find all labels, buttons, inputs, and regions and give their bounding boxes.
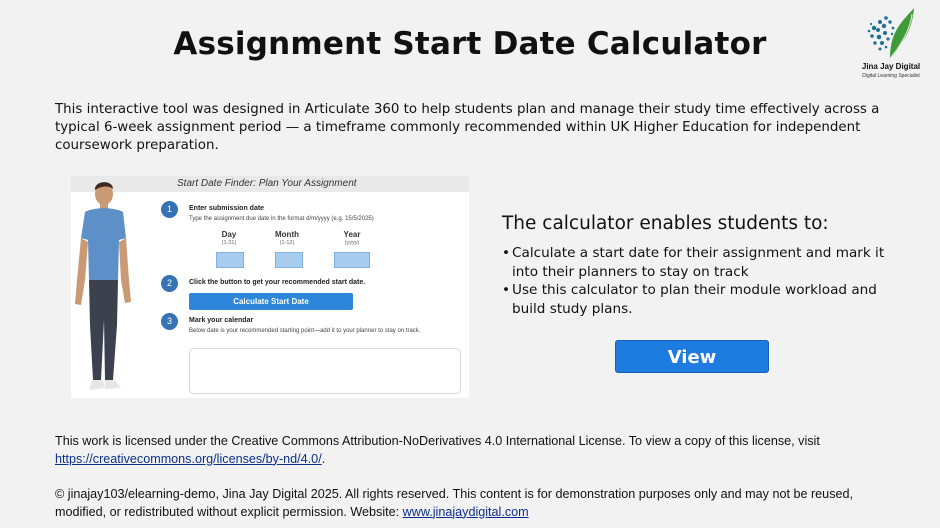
year-hint: (yyyy) [344, 240, 360, 246]
feature-text: Use this calculator to plan their module… [512, 282, 877, 317]
step-2-badge: 2 [161, 275, 178, 292]
calculate-start-date-button: Calculate Start Date [189, 293, 353, 310]
website-link[interactable]: www.jinajaydigital.com [403, 505, 529, 519]
month-label: Month [275, 230, 299, 239]
brand-logo: Jina Jay Digital Digital Learning Specia… [860, 6, 922, 82]
bullet-icon: • [502, 282, 511, 298]
step-3-desc: Below date is your recommended starting … [189, 328, 421, 334]
step-3-badge: 3 [161, 313, 178, 330]
result-output-box [189, 348, 461, 394]
step-1-badge: 1 [161, 201, 178, 218]
logo-name: Jina Jay Digital [861, 62, 921, 71]
copyright-text: © jinajay103/elearning-demo, Jina Jay Di… [55, 486, 905, 521]
bullet-icon: • [502, 245, 511, 261]
day-input [216, 252, 244, 268]
day-hint: (1-31) [221, 240, 237, 246]
intro-paragraph: This interactive tool was designed in Ar… [55, 102, 880, 153]
year-label: Year [343, 230, 361, 239]
view-button[interactable]: View [615, 340, 769, 373]
list-item: • Use this calculator to plan their modul… [502, 281, 892, 318]
calculator-preview-image: Start Date Finder: Plan Your Assignment … [71, 176, 469, 398]
features-heading: The calculator enables students to: [502, 213, 829, 234]
feature-text: Calculate a start date for their assignm… [512, 245, 885, 280]
license-text: This work is licensed under the Creative… [55, 433, 905, 468]
day-label: Day [221, 230, 237, 239]
license-statement: This work is licensed under the Creative… [55, 434, 820, 448]
features-list: • Calculate a start date for their assign… [502, 244, 892, 318]
logo-tagline: Digital Learning Specialist [862, 73, 920, 79]
list-item: • Calculate a start date for their assign… [502, 244, 892, 281]
preview-title: Start Date Finder: Plan Your Assignment [177, 178, 357, 189]
step-3-title: Mark your calendar [189, 317, 254, 324]
step-1-desc: Type the assignment due date in the form… [189, 216, 374, 222]
license-period: . [321, 451, 326, 466]
month-hint: (1-12) [279, 240, 295, 246]
logo-leaf-icon [867, 8, 914, 58]
license-link[interactable]: https://creativecommons.org/licenses/by-… [55, 452, 322, 466]
step-2-title: Click the button to get your recommended… [189, 279, 366, 286]
year-input [334, 252, 370, 268]
step-1-title: Enter submission date [189, 205, 265, 212]
page-title: Assignment Start Date Calculator [173, 26, 767, 62]
month-input [275, 252, 303, 268]
student-figure-icon [75, 182, 131, 390]
